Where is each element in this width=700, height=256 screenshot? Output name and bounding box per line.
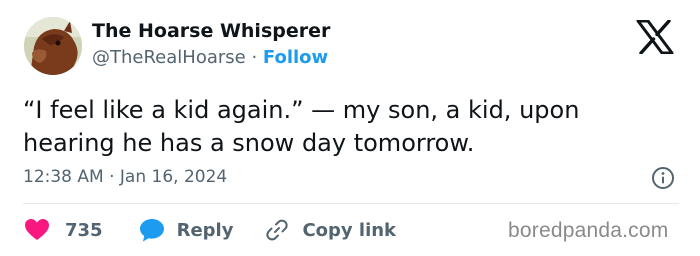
reply-button[interactable]: Reply bbox=[139, 218, 234, 242]
speech-bubble-icon bbox=[139, 219, 164, 242]
x-logo-icon[interactable] bbox=[636, 19, 674, 55]
tweet-text: “I feel like a kid again.” — my son, a k… bbox=[23, 96, 580, 157]
copy-link-button[interactable]: Copy link bbox=[265, 218, 396, 242]
follow-link[interactable]: Follow bbox=[263, 47, 328, 68]
author-handle-row: @TheRealHoarse · Follow bbox=[92, 47, 328, 68]
reply-label: Reply bbox=[176, 219, 234, 241]
author-handle[interactable]: @TheRealHoarse bbox=[92, 47, 246, 68]
author-avatar[interactable] bbox=[24, 17, 82, 75]
heart-icon bbox=[25, 219, 49, 240]
divider bbox=[23, 203, 679, 204]
tweet-timestamp[interactable]: 12:38 AM · Jan 16, 2024 bbox=[23, 167, 227, 187]
horse-avatar-icon bbox=[24, 17, 82, 75]
boredpanda-watermark: boredpanda.com bbox=[508, 219, 669, 242]
tweet-card: The Hoarse Whisperer @TheRealHoarse · Fo… bbox=[0, 0, 700, 256]
handle-separator: · bbox=[251, 47, 263, 68]
copy-link-label: Copy link bbox=[302, 219, 397, 241]
author-display-name[interactable]: The Hoarse Whisperer bbox=[92, 20, 330, 42]
like-count: 735 bbox=[65, 219, 103, 241]
info-icon[interactable] bbox=[651, 166, 675, 190]
link-icon bbox=[266, 219, 289, 241]
action-bar: 735 Reply Copy link bbox=[24, 218, 396, 242]
like-button[interactable]: 735 bbox=[24, 218, 103, 242]
